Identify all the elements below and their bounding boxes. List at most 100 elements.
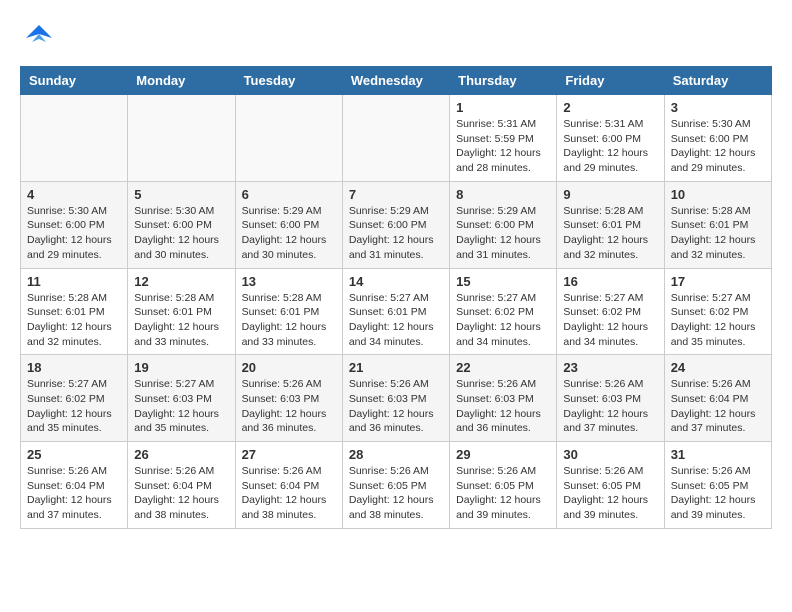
day-cell: 6 Sunrise: 5:29 AM Sunset: 6:00 PM Daylig… — [235, 181, 342, 268]
day-cell: 8 Sunrise: 5:29 AM Sunset: 6:00 PM Daylig… — [450, 181, 557, 268]
day-number: 29 — [456, 447, 550, 462]
day-cell — [342, 95, 449, 182]
header — [20, 20, 772, 56]
col-header-friday: Friday — [557, 67, 664, 95]
day-number: 27 — [242, 447, 336, 462]
day-cell: 21Sunrise: 5:26 AM Sunset: 6:03 PM Dayli… — [342, 355, 449, 442]
day-info: Sunrise: 5:26 AM Sunset: 6:05 PM Dayligh… — [456, 464, 550, 523]
day-cell: 24Sunrise: 5:26 AM Sunset: 6:04 PM Dayli… — [664, 355, 771, 442]
col-header-sunday: Sunday — [21, 67, 128, 95]
day-cell — [235, 95, 342, 182]
day-info: Sunrise: 5:27 AM Sunset: 6:02 PM Dayligh… — [456, 291, 550, 350]
day-info: Sunrise: 5:31 AM Sunset: 5:59 PM Dayligh… — [456, 117, 550, 176]
day-info: Sunrise: 5:26 AM Sunset: 6:03 PM Dayligh… — [456, 377, 550, 436]
day-number: 9 — [563, 187, 657, 202]
day-cell: 12 Sunrise: 5:28 AM Sunset: 6:01 PM Dayli… — [128, 268, 235, 355]
day-number: 14 — [349, 274, 443, 289]
day-info: Sunrise: 5:26 AM Sunset: 6:04 PM Dayligh… — [671, 377, 765, 436]
day-info: Sunrise: 5:30 AM Sunset: 6:00 PM Dayligh… — [134, 204, 228, 263]
day-number: 15 — [456, 274, 550, 289]
day-info: Sunrise: 5:28 AM Sunset: 6:01 PM Dayligh… — [134, 291, 228, 350]
day-info: Sunrise: 5:28 AM Sunset: 6:01 PM Dayligh… — [242, 291, 336, 350]
day-number: 30 — [563, 447, 657, 462]
day-cell: 19Sunrise: 5:27 AM Sunset: 6:03 PM Dayli… — [128, 355, 235, 442]
calendar-table: SundayMondayTuesdayWednesdayThursdayFrid… — [20, 66, 772, 529]
day-info: Sunrise: 5:29 AM Sunset: 6:00 PM Dayligh… — [242, 204, 336, 263]
day-cell: 4Sunrise: 5:30 AM Sunset: 6:00 PM Daylig… — [21, 181, 128, 268]
day-number: 23 — [563, 360, 657, 375]
day-info: Sunrise: 5:27 AM Sunset: 6:02 PM Dayligh… — [563, 291, 657, 350]
header-row: SundayMondayTuesdayWednesdayThursdayFrid… — [21, 67, 772, 95]
day-info: Sunrise: 5:31 AM Sunset: 6:00 PM Dayligh… — [563, 117, 657, 176]
day-cell: 9 Sunrise: 5:28 AM Sunset: 6:01 PM Daylig… — [557, 181, 664, 268]
day-cell: 30 Sunrise: 5:26 AM Sunset: 6:05 PM Dayli… — [557, 442, 664, 529]
day-cell — [128, 95, 235, 182]
day-number: 22 — [456, 360, 550, 375]
day-info: Sunrise: 5:27 AM Sunset: 6:02 PM Dayligh… — [671, 291, 765, 350]
day-cell: 22 Sunrise: 5:26 AM Sunset: 6:03 PM Dayli… — [450, 355, 557, 442]
day-cell: 17Sunrise: 5:27 AM Sunset: 6:02 PM Dayli… — [664, 268, 771, 355]
day-info: Sunrise: 5:26 AM Sunset: 6:05 PM Dayligh… — [671, 464, 765, 523]
day-info: Sunrise: 5:26 AM Sunset: 6:03 PM Dayligh… — [563, 377, 657, 436]
day-info: Sunrise: 5:28 AM Sunset: 6:01 PM Dayligh… — [27, 291, 121, 350]
day-number: 28 — [349, 447, 443, 462]
week-row-2: 4 Sunrise: 5:30 AM Sunset: 6:00 PM Daylig… — [21, 181, 772, 268]
day-cell: 1 Sunrise: 5:31 AM Sunset: 5:59 PM Daylig… — [450, 95, 557, 182]
day-number: 5 — [134, 187, 228, 202]
day-cell: 10 Sunrise: 5:28 AM Sunset: 6:01 PM Dayli… — [664, 181, 771, 268]
day-info: Sunrise: 5:26 AM Sunset: 6:05 PM Dayligh… — [349, 464, 443, 523]
day-cell: 5 Sunrise: 5:30 AM Sunset: 6:00 PM Daylig… — [128, 181, 235, 268]
day-cell: 15 Sunrise: 5:27 AM Sunset: 6:02 PM Dayli… — [450, 268, 557, 355]
day-info: Sunrise: 5:26 AM Sunset: 6:04 PM Dayligh… — [242, 464, 336, 523]
day-info: Sunrise: 5:30 AM Sunset: 6:00 PM Dayligh… — [671, 117, 765, 176]
day-number: 12 — [134, 274, 228, 289]
logo — [20, 20, 54, 56]
day-cell: 26 Sunrise: 5:26 AM Sunset: 6:04 PM Dayli… — [128, 442, 235, 529]
day-cell: 25 Sunrise: 5:26 AM Sunset: 6:04 PM Dayli… — [21, 442, 128, 529]
col-header-tuesday: Tuesday — [235, 67, 342, 95]
day-info: Sunrise: 5:28 AM Sunset: 6:01 PM Dayligh… — [671, 204, 765, 263]
day-number: 3 — [671, 100, 765, 115]
week-row-1: 1 Sunrise: 5:31 AM Sunset: 5:59 PM Daylig… — [21, 95, 772, 182]
day-number: 4 — [27, 187, 121, 202]
day-info: Sunrise: 5:29 AM Sunset: 6:00 PM Dayligh… — [349, 204, 443, 263]
day-cell: 27 Sunrise: 5:26 AM Sunset: 6:04 PM Dayli… — [235, 442, 342, 529]
day-cell: 2 Sunrise: 5:31 AM Sunset: 6:00 PM Daylig… — [557, 95, 664, 182]
day-cell: 20 Sunrise: 5:26 AM Sunset: 6:03 PM Dayli… — [235, 355, 342, 442]
day-cell — [21, 95, 128, 182]
day-cell: 11Sunrise: 5:28 AM Sunset: 6:01 PM Dayli… — [21, 268, 128, 355]
day-number: 8 — [456, 187, 550, 202]
col-header-saturday: Saturday — [664, 67, 771, 95]
day-info: Sunrise: 5:27 AM Sunset: 6:02 PM Dayligh… — [27, 377, 121, 436]
day-info: Sunrise: 5:26 AM Sunset: 6:05 PM Dayligh… — [563, 464, 657, 523]
day-cell: 3 Sunrise: 5:30 AM Sunset: 6:00 PM Daylig… — [664, 95, 771, 182]
bird-icon — [24, 20, 54, 56]
col-header-thursday: Thursday — [450, 67, 557, 95]
day-number: 1 — [456, 100, 550, 115]
week-row-3: 11Sunrise: 5:28 AM Sunset: 6:01 PM Dayli… — [21, 268, 772, 355]
day-info: Sunrise: 5:26 AM Sunset: 6:03 PM Dayligh… — [242, 377, 336, 436]
day-number: 2 — [563, 100, 657, 115]
day-number: 18 — [27, 360, 121, 375]
day-info: Sunrise: 5:29 AM Sunset: 6:00 PM Dayligh… — [456, 204, 550, 263]
day-info: Sunrise: 5:26 AM Sunset: 6:04 PM Dayligh… — [27, 464, 121, 523]
col-header-monday: Monday — [128, 67, 235, 95]
day-info: Sunrise: 5:27 AM Sunset: 6:01 PM Dayligh… — [349, 291, 443, 350]
day-number: 19 — [134, 360, 228, 375]
day-cell: 18 Sunrise: 5:27 AM Sunset: 6:02 PM Dayli… — [21, 355, 128, 442]
day-cell: 13Sunrise: 5:28 AM Sunset: 6:01 PM Dayli… — [235, 268, 342, 355]
day-info: Sunrise: 5:28 AM Sunset: 6:01 PM Dayligh… — [563, 204, 657, 263]
day-number: 10 — [671, 187, 765, 202]
day-number: 26 — [134, 447, 228, 462]
day-number: 20 — [242, 360, 336, 375]
col-header-wednesday: Wednesday — [342, 67, 449, 95]
day-number: 6 — [242, 187, 336, 202]
day-number: 31 — [671, 447, 765, 462]
day-info: Sunrise: 5:26 AM Sunset: 6:03 PM Dayligh… — [349, 377, 443, 436]
day-cell: 29 Sunrise: 5:26 AM Sunset: 6:05 PM Dayli… — [450, 442, 557, 529]
day-info: Sunrise: 5:26 AM Sunset: 6:04 PM Dayligh… — [134, 464, 228, 523]
day-cell: 23 Sunrise: 5:26 AM Sunset: 6:03 PM Dayli… — [557, 355, 664, 442]
day-cell: 16Sunrise: 5:27 AM Sunset: 6:02 PM Dayli… — [557, 268, 664, 355]
day-cell: 7Sunrise: 5:29 AM Sunset: 6:00 PM Daylig… — [342, 181, 449, 268]
day-number: 25 — [27, 447, 121, 462]
